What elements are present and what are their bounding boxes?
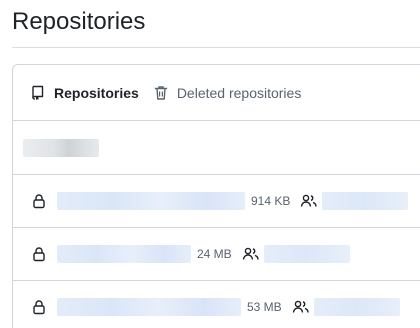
redacted-repo-name[interactable] [57, 192, 245, 210]
redacted-repo-name[interactable] [57, 298, 241, 316]
people-icon [242, 246, 260, 262]
repo-row[interactable]: 53 MB [13, 281, 420, 328]
filter-row [13, 121, 420, 175]
repositories-panel: Repositories Deleted repositories 914 KB… [12, 64, 420, 328]
title-divider [12, 47, 420, 48]
tab-deleted-repositories[interactable]: Deleted repositories [153, 84, 302, 101]
lock-icon [31, 193, 47, 209]
repo-row[interactable]: 24 MB [13, 228, 420, 281]
people-icon [292, 299, 310, 315]
repo-icon [30, 85, 46, 101]
lock-icon [31, 299, 47, 315]
repo-size: 53 MB [247, 300, 282, 314]
tab-repositories-label: Repositories [54, 84, 139, 101]
tab-deleted-repositories-label: Deleted repositories [176, 84, 302, 101]
redacted-team-name[interactable] [322, 192, 409, 210]
repositories-page: Repositories Repositories Deleted reposi… [0, 0, 420, 328]
people-icon [300, 193, 318, 209]
repo-size: 914 KB [251, 194, 291, 208]
tab-repositories[interactable]: Repositories [30, 85, 139, 101]
redacted-team-name[interactable] [263, 245, 350, 263]
page-title: Repositories [12, 8, 146, 35]
redacted-team-name[interactable] [313, 298, 400, 316]
redacted-repo-name[interactable] [57, 245, 191, 263]
redacted-filter [23, 138, 99, 157]
tab-bar: Repositories Deleted repositories [13, 65, 420, 121]
repo-row[interactable]: 914 KB [13, 175, 420, 228]
trash-icon [153, 85, 169, 101]
repo-size: 24 MB [197, 247, 232, 261]
lock-icon [31, 246, 47, 262]
